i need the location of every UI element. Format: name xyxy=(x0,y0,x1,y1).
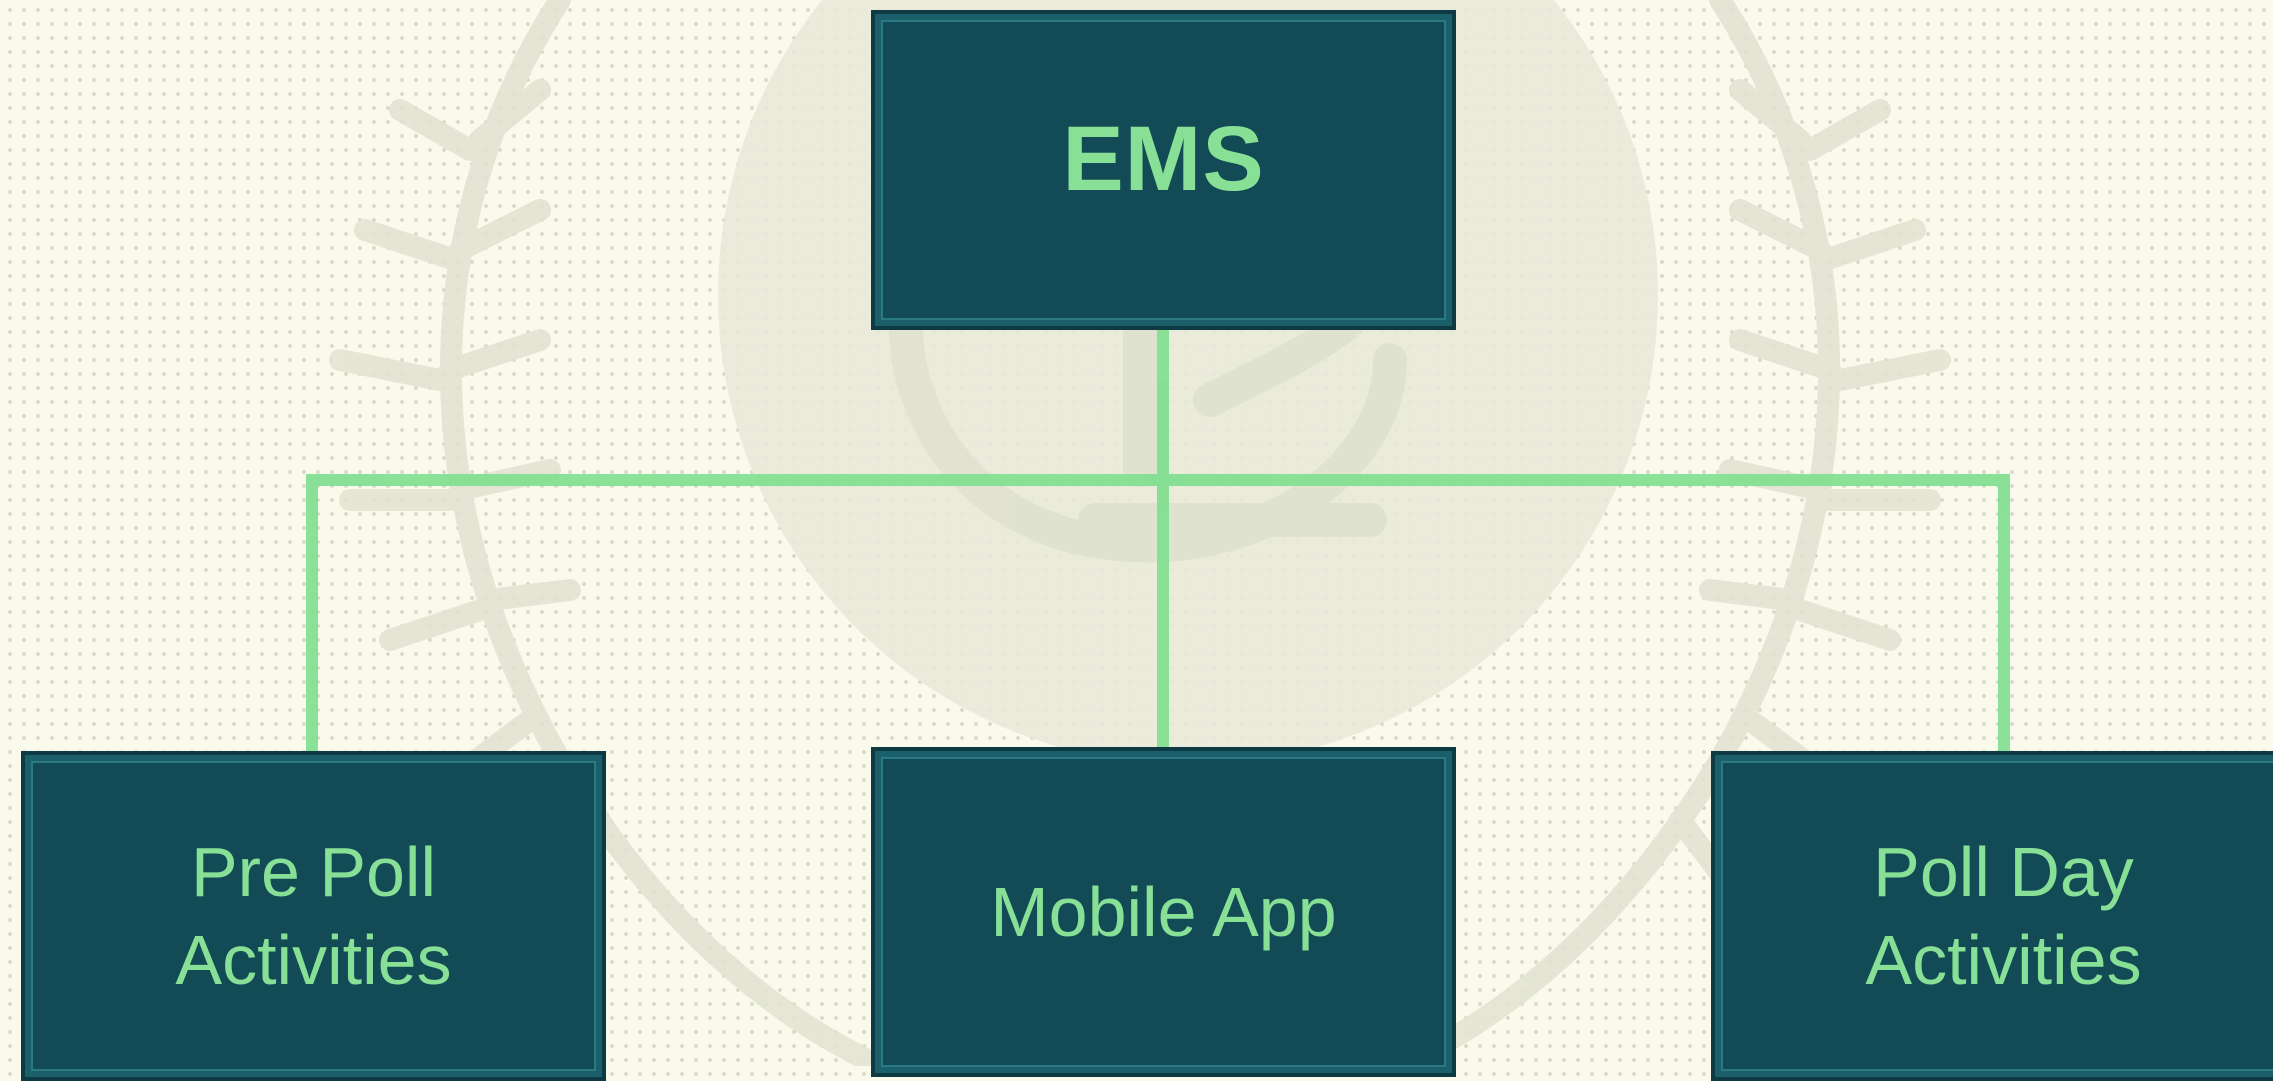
node-mobile-app[interactable]: Mobile App xyxy=(871,747,1456,1077)
node-ems-label: EMS xyxy=(1062,108,1265,211)
node-poll-day-activities[interactable]: Poll Day Activities xyxy=(1711,751,2273,1081)
node-ems[interactable]: EMS xyxy=(871,10,1456,330)
node-pre-poll-activities-label: Pre Poll Activities xyxy=(175,832,452,999)
node-pre-poll-activities[interactable]: Pre Poll Activities xyxy=(21,751,606,1081)
node-mobile-app-label: Mobile App xyxy=(990,872,1337,951)
node-poll-day-activities-label: Poll Day Activities xyxy=(1865,832,2142,999)
